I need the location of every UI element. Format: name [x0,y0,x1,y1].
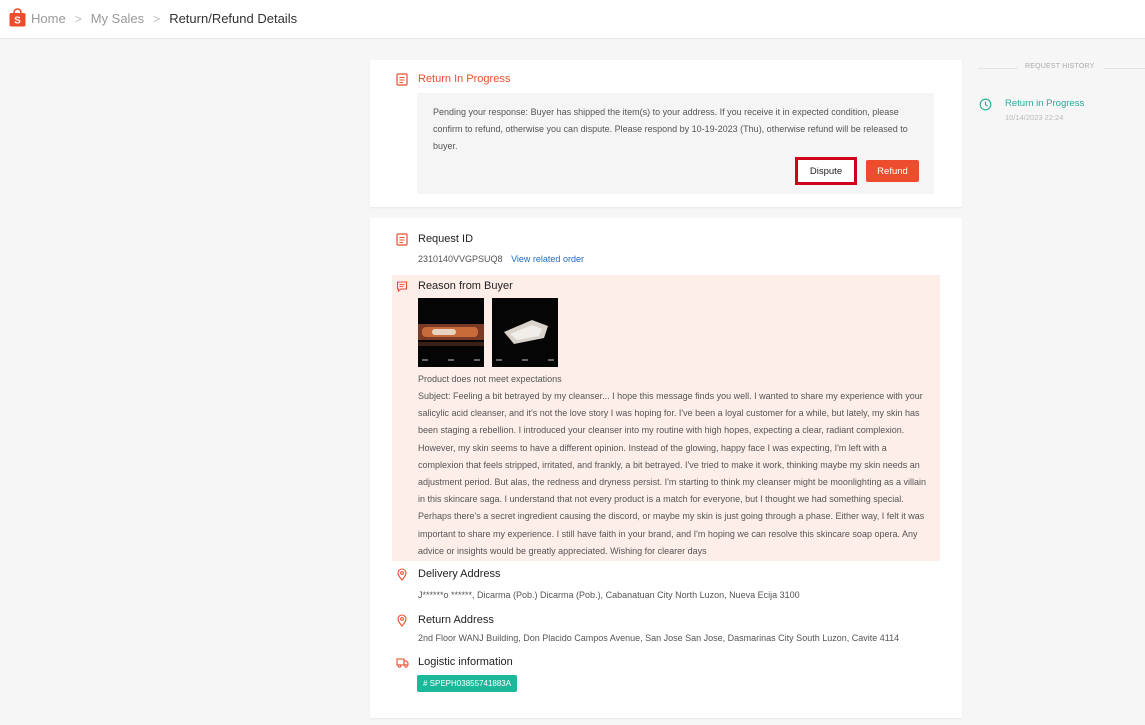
reason-section: Reason from Buyer Product does not meet … [392,275,940,561]
top-bar: S Home > My Sales > Return/Refund Detail… [0,0,1145,39]
chat-bubble-icon [396,281,408,293]
return-address: 2nd Floor WANJ Building, Don Placido Cam… [418,633,900,643]
request-history-title: REQUEST HISTORY [1025,63,1095,70]
delivery-address-title: Delivery Address [418,568,501,580]
location-pin-icon [397,568,407,581]
pending-response-box: Pending your response: Buyer has shipped… [417,93,934,194]
breadcrumb-home-link[interactable]: Home [31,11,66,26]
breadcrumb-my-sales-link[interactable]: My Sales [91,11,144,26]
request-id-value: 2310140VVGPSUQ8 [418,254,503,264]
delivery-address: J******o ******, Dicarma (Pob.) Dicarma … [418,590,800,600]
request-id-row: 2310140VVGPSUQ8 View related order [418,254,584,264]
breadcrumb-current: Return/Refund Details [169,11,298,26]
reason-title: Reason from Buyer [418,280,513,292]
evidence-image[interactable] [492,298,558,367]
divider [1104,68,1145,69]
history-timestamp: 10/14/2023 22:24 [1005,113,1064,122]
breadcrumb-separator-icon: > [74,11,82,26]
reason-summary: Product does not meet expectations [418,374,562,384]
svg-text:S: S [14,16,21,27]
shopee-logo-icon[interactable]: S [9,8,26,27]
dispute-button[interactable]: Dispute [795,157,857,185]
evidence-image[interactable] [418,298,484,367]
truck-icon [396,658,409,668]
location-pin-icon [397,614,407,627]
product-photo [418,298,484,367]
divider [978,68,1018,69]
return-address-title: Return Address [418,614,494,626]
status-card: Return In Progress Pending your response… [370,60,962,207]
reason-body: Subject: Feeling a bit betrayed by my cl… [418,391,926,556]
clock-refresh-icon [979,98,992,111]
request-id-title: Request ID [418,233,474,245]
product-photo [492,298,558,367]
document-icon [396,233,408,246]
tracking-number-badge[interactable]: # SPEPH03855741883A [417,675,518,692]
refund-button[interactable]: Refund [866,160,919,182]
breadcrumb-separator-icon: > [153,11,161,26]
details-card: Request ID 2310140VVGPSUQ8 View related … [370,218,962,718]
status-title: Return In Progress [418,73,511,85]
view-related-order-link[interactable]: View related order [511,254,584,264]
document-icon [396,73,408,86]
history-status: Return in Progress [1005,98,1085,109]
breadcrumb: Home > My Sales > Return/Refund Details [31,11,297,26]
pending-message: Pending your response: Buyer has shipped… [433,107,908,151]
logistic-info-title: Logistic information [418,656,513,668]
